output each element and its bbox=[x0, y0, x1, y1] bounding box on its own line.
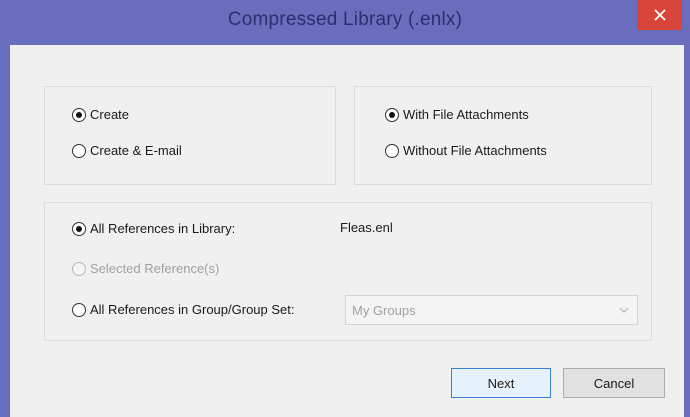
create-email-radio-label: Create & E-mail bbox=[90, 143, 182, 158]
radio-checked-icon bbox=[72, 107, 86, 122]
radio-unchecked-icon bbox=[72, 143, 86, 158]
radio-checked-icon bbox=[385, 107, 399, 122]
selected-references-label: Selected Reference(s) bbox=[90, 261, 220, 276]
chevron-down-icon bbox=[619, 307, 629, 313]
without-attachments-label: Without File Attachments bbox=[403, 143, 547, 158]
radio-unchecked-icon bbox=[72, 302, 86, 317]
all-references-label: All References in Library: bbox=[90, 221, 236, 236]
create-radio-label: Create bbox=[90, 107, 130, 122]
create-radio[interactable]: Create bbox=[72, 107, 129, 122]
title-bar[interactable]: Compressed Library (.enlx) bbox=[0, 0, 690, 45]
window-title: Compressed Library (.enlx) bbox=[227, 9, 463, 30]
without-attachments-radio[interactable]: Without File Attachments bbox=[385, 143, 547, 158]
attachments-group bbox=[354, 86, 652, 185]
cancel-button[interactable]: Cancel bbox=[563, 368, 665, 398]
next-button[interactable]: Next bbox=[451, 368, 551, 398]
dialog-window: Compressed Library (.enlx) Create Create… bbox=[0, 0, 690, 417]
close-icon bbox=[653, 9, 666, 21]
create-mode-group bbox=[44, 86, 336, 185]
dialog-body: Create Create & E-mail With File Attachm… bbox=[10, 45, 684, 417]
radio-checked-icon bbox=[72, 221, 86, 236]
radio-disabled-icon bbox=[72, 261, 86, 276]
create-email-radio[interactable]: Create & E-mail bbox=[72, 143, 182, 158]
all-references-radio[interactable]: All References in Library: bbox=[72, 221, 235, 236]
group-set-dropdown-value: My Groups bbox=[352, 302, 416, 318]
group-set-dropdown[interactable]: My Groups bbox=[345, 295, 638, 325]
close-button[interactable] bbox=[637, 0, 682, 30]
group-set-label: All References in Group/Group Set: bbox=[90, 302, 295, 317]
library-name: Fleas.enl bbox=[340, 220, 393, 235]
group-set-radio[interactable]: All References in Group/Group Set: bbox=[72, 302, 295, 317]
with-attachments-radio[interactable]: With File Attachments bbox=[385, 107, 529, 122]
with-attachments-label: With File Attachments bbox=[403, 107, 529, 122]
selected-references-radio: Selected Reference(s) bbox=[72, 261, 219, 276]
radio-unchecked-icon bbox=[385, 143, 399, 158]
